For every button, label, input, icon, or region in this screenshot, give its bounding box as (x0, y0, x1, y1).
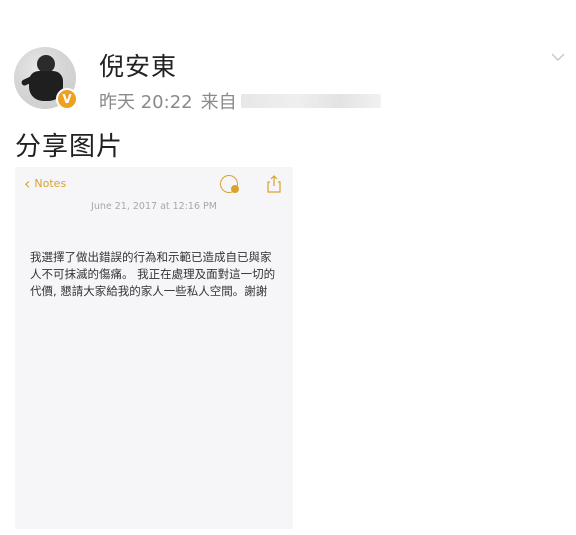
note-date: June 21, 2017 at 12:16 PM (91, 201, 217, 212)
post-text: 分享图片 (15, 132, 124, 162)
note-body: 我選擇了做出錯誤的行為和示範已造成自已與家人不可抹滅的傷痛。 我正在處理及面對這… (30, 250, 276, 298)
post-meta: 昨天 20:22 来自 (99, 88, 381, 114)
post-image-note[interactable]: ‹ Notes June 21, 2017 at 12:16 PM 我選擇了做出… (15, 167, 293, 529)
chevron-left-icon: ‹ (24, 173, 31, 193)
add-people-icon[interactable] (220, 175, 239, 193)
notes-back-label: Notes (34, 177, 67, 190)
chevron-down-icon[interactable] (551, 50, 565, 64)
notes-back-button[interactable]: ‹ Notes (24, 173, 67, 193)
post-source-prefix: 来自 (200, 92, 237, 113)
verified-badge-icon: V (56, 88, 78, 110)
post-time: 昨天 20:22 (99, 92, 193, 113)
share-icon[interactable] (267, 175, 281, 193)
username[interactable]: 倪安東 (99, 47, 177, 83)
post-source-blurred (240, 94, 381, 108)
